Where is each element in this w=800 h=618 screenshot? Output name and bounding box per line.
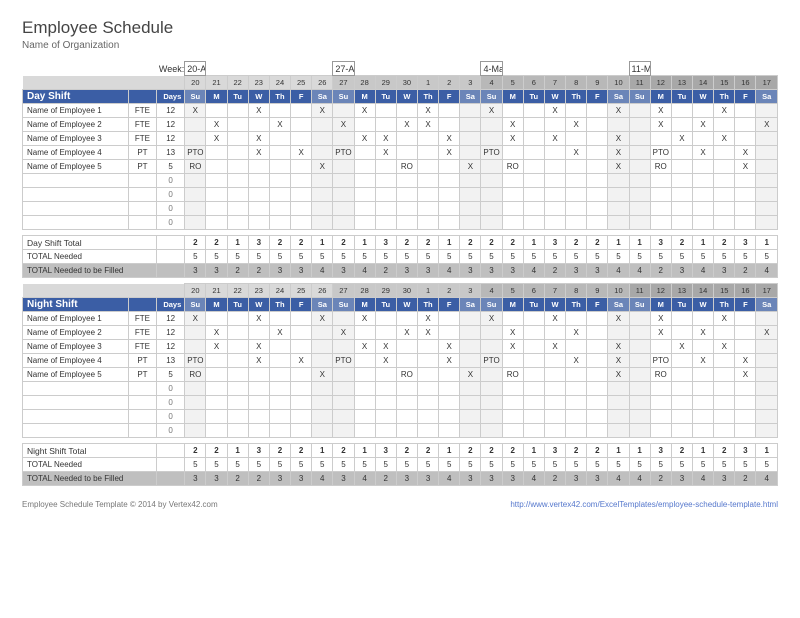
org-name: Name of Organization xyxy=(22,40,778,51)
employee-name: Name of Employee 3 xyxy=(23,132,129,146)
employee-name: Name of Employee 1 xyxy=(23,312,129,326)
employee-name: Name of Employee 5 xyxy=(23,368,129,382)
week-start[interactable]: 4-May-14 xyxy=(481,62,502,76)
employee-name: Name of Employee 2 xyxy=(23,326,129,340)
employee-name: Name of Employee 1 xyxy=(23,104,129,118)
employee-name: Name of Employee 4 xyxy=(23,354,129,368)
week-start[interactable]: 20-Apr-14 xyxy=(185,62,206,76)
shift-header: Day Shift xyxy=(23,90,129,104)
employee-name: Name of Employee 2 xyxy=(23,118,129,132)
employee-name: Name of Employee 5 xyxy=(23,160,129,174)
shift-header: Night Shift xyxy=(23,298,129,312)
week-start[interactable]: 11-May-14 xyxy=(629,62,650,76)
footer-link[interactable]: http://www.vertex42.com/ExcelTemplates/e… xyxy=(510,500,778,509)
page-title: Employee Schedule xyxy=(22,18,778,38)
employee-name: Name of Employee 4 xyxy=(23,146,129,160)
week-start[interactable]: 27-Apr-14 xyxy=(333,62,354,76)
footer-left: Employee Schedule Template © 2014 by Ver… xyxy=(22,500,218,509)
employee-name: Name of Employee 3 xyxy=(23,340,129,354)
schedule-table: Week:20-Apr-1427-Apr-144-May-1411-May-14… xyxy=(22,61,778,486)
